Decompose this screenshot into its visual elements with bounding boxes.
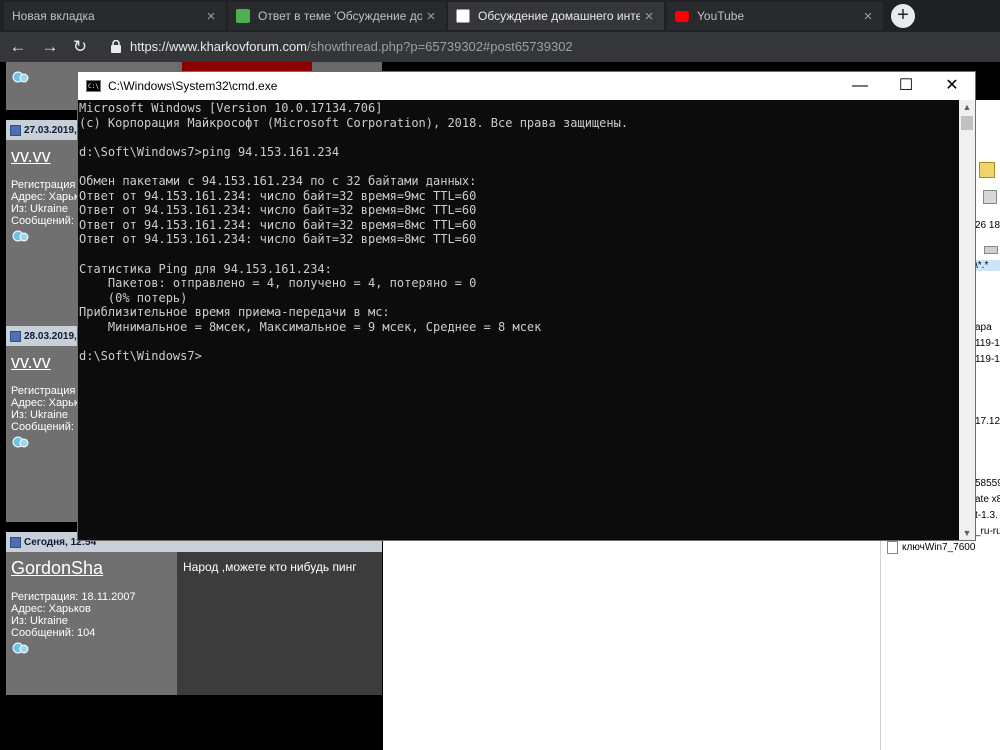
tab-close-icon[interactable]: × bbox=[640, 8, 658, 25]
cmd-window: C:\ C:\Windows\System32\cmd.exe — ☐ ✕ Mi… bbox=[78, 72, 975, 540]
scroll-down-icon[interactable]: ▼ bbox=[959, 526, 975, 540]
tab-title: Ответ в теме 'Обсуждение дома bbox=[258, 9, 422, 23]
post-message: Народ ,можете кто нибудь пинг bbox=[177, 552, 382, 695]
post-date: 28.03.2019, bbox=[24, 330, 77, 342]
forum-post: Сегодня, 12:54 GordonSha Регистрация: 18… bbox=[6, 532, 382, 695]
ftp-icon[interactable] bbox=[979, 162, 995, 178]
youtube-icon bbox=[675, 10, 689, 22]
console-line: Ответ от 94.153.161.234: число байт=32 в… bbox=[79, 188, 477, 203]
user-status-icon[interactable] bbox=[11, 641, 29, 655]
document-icon bbox=[887, 541, 898, 554]
cmd-title-bar[interactable]: C:\ C:\Windows\System32\cmd.exe — ☐ ✕ bbox=[78, 72, 975, 100]
post-body: GordonSha Регистрация: 18.11.2007 Адрес:… bbox=[6, 552, 382, 695]
user-status-icon[interactable] bbox=[11, 70, 29, 84]
user-info-line: Регистрация: 18.11.2007 bbox=[11, 591, 136, 603]
tab-reply-thread[interactable]: Ответ в теме 'Обсуждение дома × bbox=[228, 2, 446, 30]
console-line: Ответ от 94.153.161.234: число байт=32 в… bbox=[79, 203, 477, 218]
background-window-pane bbox=[383, 540, 880, 750]
close-button[interactable]: ✕ bbox=[929, 72, 975, 100]
url-path: /showthread.php?p=65739302#post65739302 bbox=[307, 39, 573, 54]
scrollbar-thumb[interactable] bbox=[961, 116, 973, 130]
banner-fragment bbox=[182, 62, 312, 72]
explorer-text: 119-1 bbox=[975, 354, 1000, 365]
vertical-scrollbar[interactable]: ▲ ▼ bbox=[959, 100, 975, 540]
console-line: (c) Корпорация Майкрософт (Microsoft Cor… bbox=[79, 115, 629, 130]
file-item[interactable]: ключWin7_7600 bbox=[887, 541, 975, 554]
cmd-app-icon: C:\ bbox=[86, 80, 101, 92]
tab-discussion[interactable]: Обсуждение домашнего интерн × bbox=[448, 2, 664, 30]
drive-icon bbox=[984, 246, 998, 254]
mail-icon bbox=[236, 9, 250, 23]
console-line: Минимальное = 8мсек, Максимальное = 9 мс… bbox=[79, 319, 542, 334]
user-info-line: Сообщений: 104 bbox=[11, 627, 96, 639]
tab-title: Обсуждение домашнего интерн bbox=[478, 9, 640, 23]
window-title: C:\Windows\System32\cmd.exe bbox=[108, 79, 278, 93]
address-bar[interactable]: https://www.kharkovforum.com/showthread.… bbox=[130, 39, 573, 54]
scroll-up-icon[interactable]: ▲ bbox=[959, 100, 975, 114]
explorer-text: t-1.3. bbox=[975, 510, 998, 521]
explorer-text: ара bbox=[975, 322, 992, 333]
user-status-icon[interactable] bbox=[11, 435, 29, 449]
new-tab-button[interactable]: + bbox=[891, 4, 915, 28]
console-text: Microsoft Windows [Version 10.0.17134.70… bbox=[78, 100, 959, 364]
reload-icon[interactable]: ↻ bbox=[70, 37, 90, 57]
console-line: Ответ от 94.153.161.234: число байт=32 в… bbox=[79, 217, 477, 232]
post-icon bbox=[10, 124, 21, 136]
forum-favicon-icon bbox=[456, 9, 470, 23]
minimize-button[interactable]: — bbox=[837, 72, 883, 100]
explorer-text: 119-1 bbox=[975, 338, 1000, 349]
user-info-line: Из: Ukraine bbox=[11, 615, 68, 627]
explorer-text: 58559 bbox=[975, 478, 1000, 489]
post-icon bbox=[10, 536, 21, 548]
console-line: Пакетов: отправлено = 4, получено = 4, п… bbox=[79, 276, 477, 291]
user-status-icon[interactable] bbox=[11, 229, 29, 243]
user-info-line: Адрес: Харьков bbox=[11, 603, 91, 615]
tab-strip: Новая вкладка × Ответ в теме 'Обсуждение… bbox=[0, 0, 1000, 32]
tab-close-icon[interactable]: × bbox=[859, 8, 877, 25]
console-line: Microsoft Windows [Version 10.0.17134.70… bbox=[79, 101, 383, 115]
explorer-text: ate x8 bbox=[975, 494, 1000, 505]
explorer-path-field[interactable]: \*.* bbox=[975, 260, 1000, 271]
console-line: (0% потерь) bbox=[79, 290, 188, 305]
post-date: 27.03.2019, bbox=[24, 124, 77, 136]
console-line: d:\Soft\Windows7> bbox=[79, 349, 202, 364]
user-column: GordonSha Регистрация: 18.11.2007 Адрес:… bbox=[6, 552, 177, 695]
drive-icon bbox=[983, 190, 997, 204]
tab-new-tab[interactable]: Новая вкладка × bbox=[4, 2, 226, 30]
explorer-text: 26 18 bbox=[975, 220, 1000, 231]
console-line: Ответ от 94.153.161.234: число байт=32 в… bbox=[79, 232, 477, 247]
console-line: Статистика Ping для 94.153.161.234: bbox=[79, 261, 332, 276]
file-name: ключWin7_7600 bbox=[902, 542, 976, 553]
back-arrow-icon[interactable]: ← bbox=[8, 37, 28, 57]
console-output[interactable]: Microsoft Windows [Version 10.0.17134.70… bbox=[78, 100, 959, 540]
browser-toolbar: ← → ↻ https://www.kharkovforum.com/showt… bbox=[0, 32, 1000, 62]
console-line: Приблизительное время приема-передачи в … bbox=[79, 305, 390, 320]
tab-title: Новая вкладка bbox=[12, 9, 95, 23]
tab-youtube[interactable]: YouTube × bbox=[667, 2, 883, 30]
url-domain: https://www.kharkovforum.com bbox=[130, 39, 307, 54]
post-icon bbox=[10, 330, 21, 342]
tab-close-icon[interactable]: × bbox=[422, 8, 440, 25]
console-line: d:\Soft\Windows7>ping 94.153.161.234 bbox=[79, 144, 340, 159]
explorer-text: _ru-ru bbox=[975, 526, 1000, 537]
maximize-button[interactable]: ☐ bbox=[883, 72, 929, 100]
forward-arrow-icon[interactable]: → bbox=[40, 37, 60, 57]
explorer-text: 17.12 bbox=[975, 416, 1000, 427]
console-line: Обмен пакетами с 94.153.161.234 по с 32 … bbox=[79, 173, 477, 188]
username-link[interactable]: GordonSha bbox=[11, 558, 172, 579]
tab-title: YouTube bbox=[697, 9, 745, 23]
tab-close-icon[interactable]: × bbox=[202, 8, 220, 25]
lock-icon[interactable] bbox=[110, 40, 122, 53]
